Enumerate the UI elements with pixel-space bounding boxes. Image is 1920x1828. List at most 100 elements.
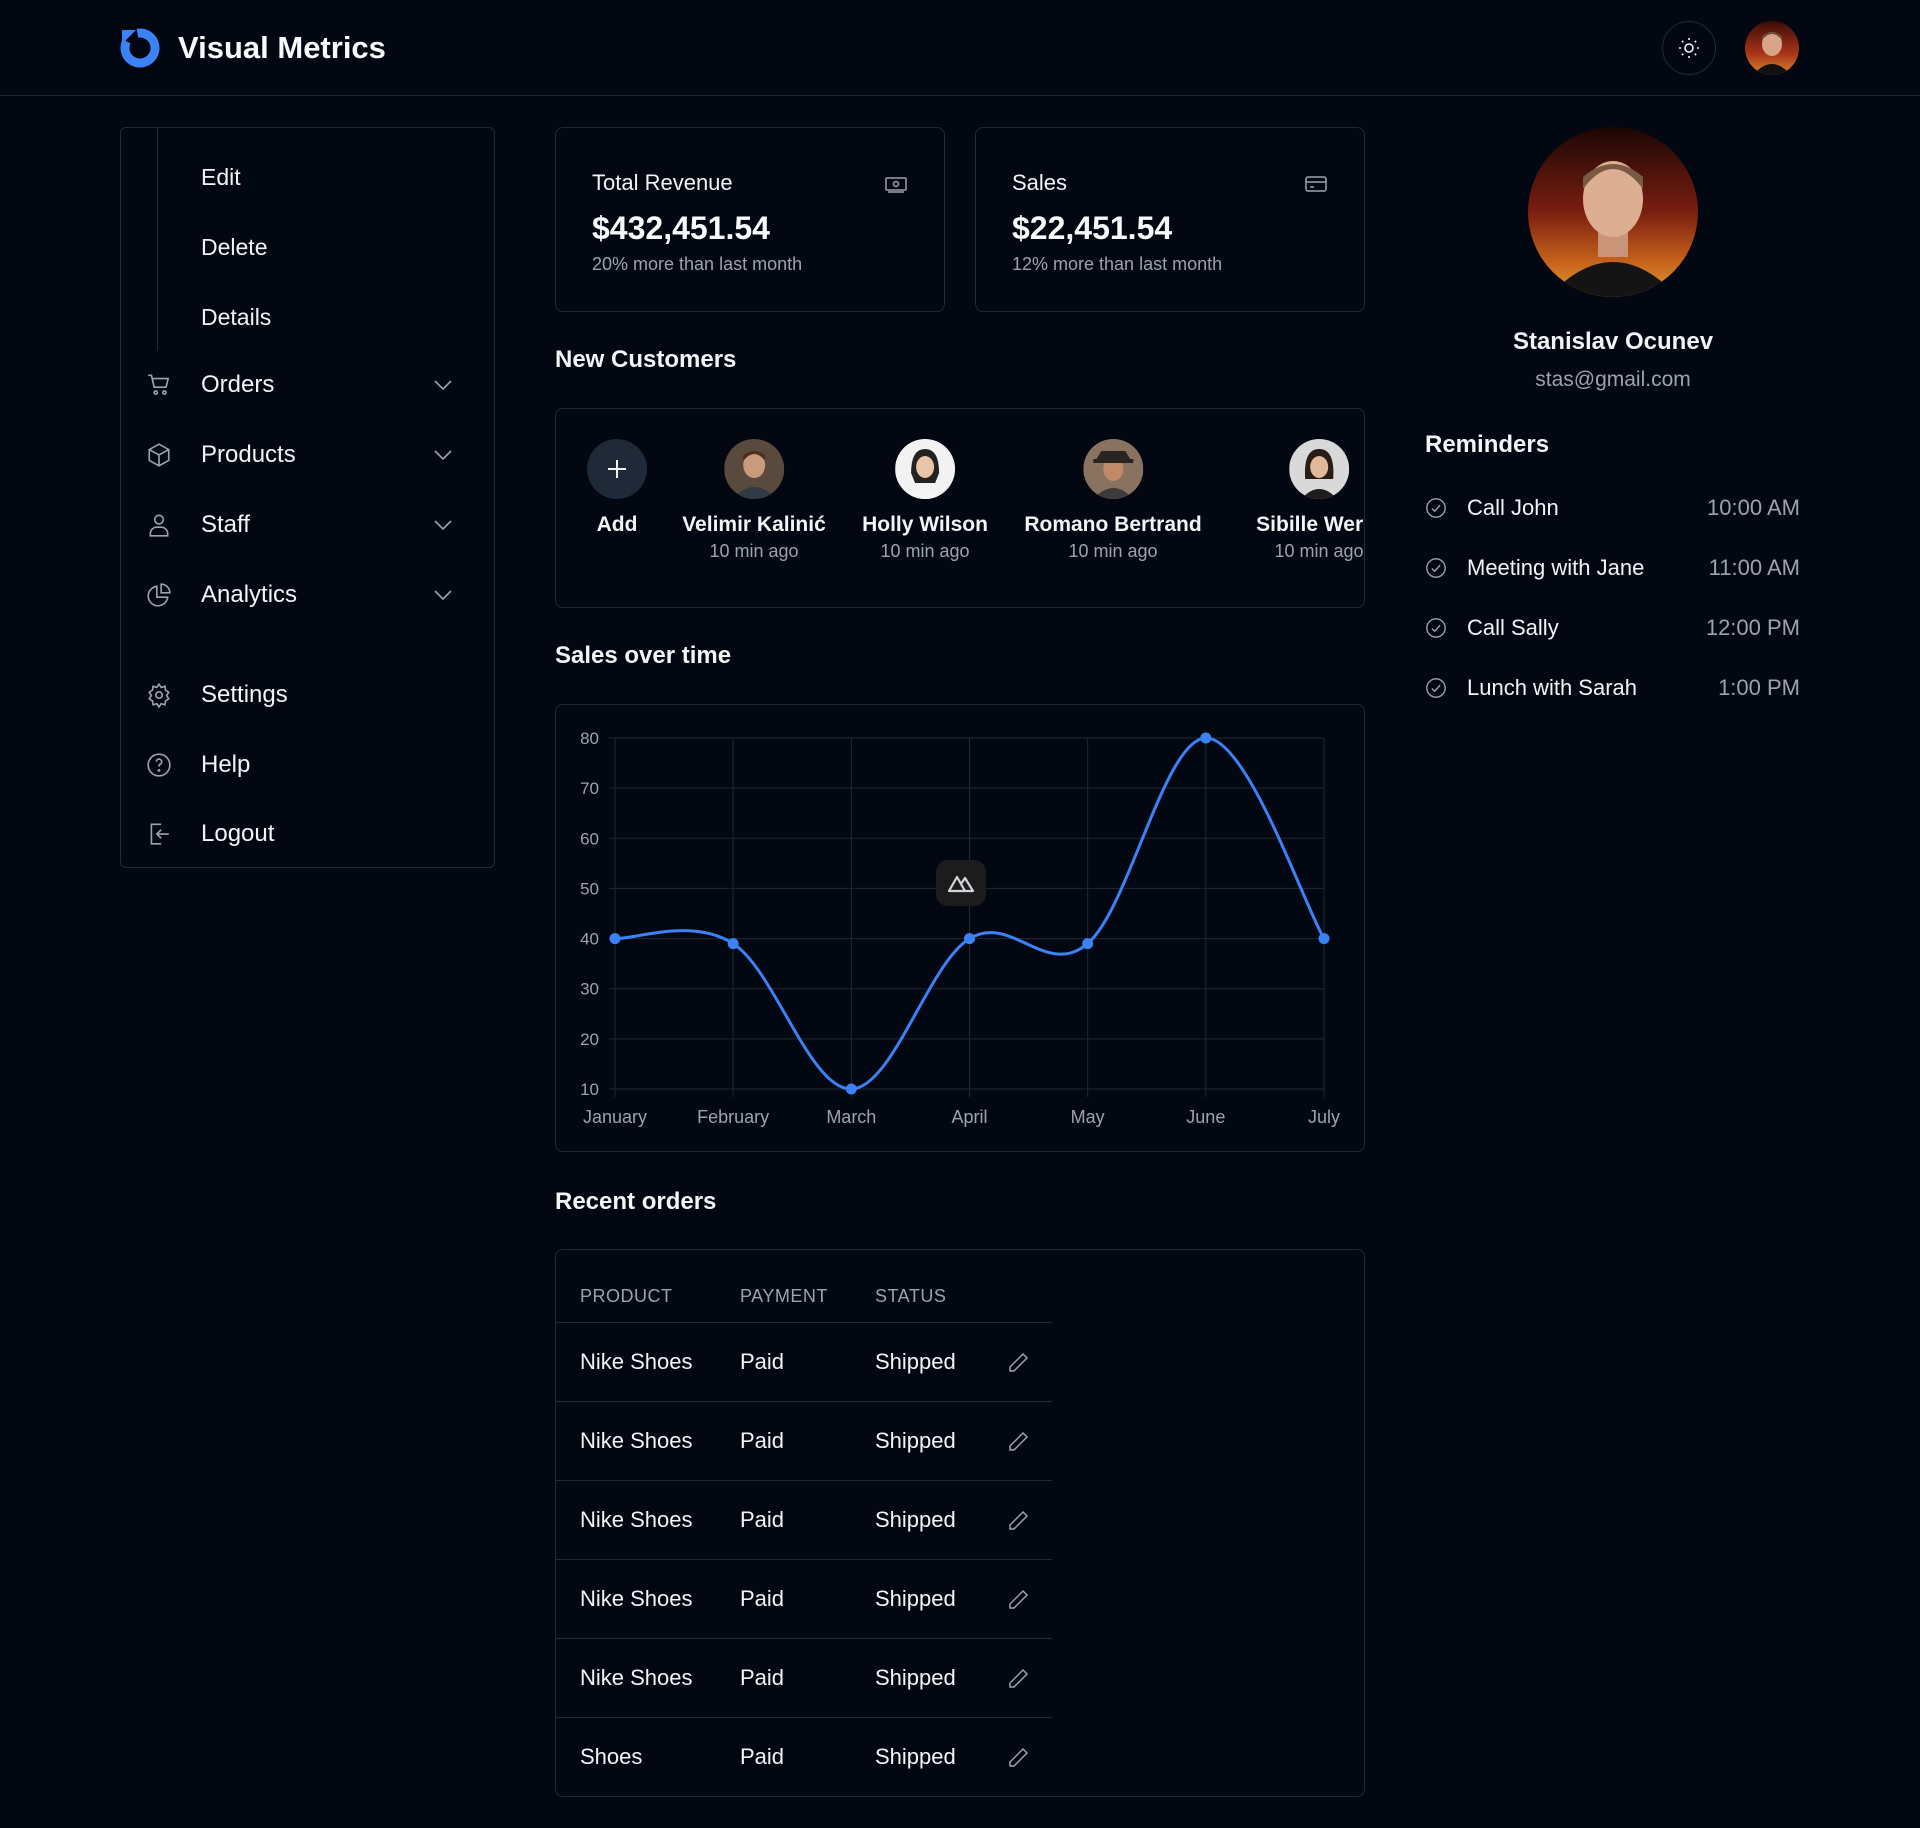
cell-product: Nike Shoes <box>580 1665 693 1690</box>
logo-icon <box>120 28 160 68</box>
sidebar-item-orders[interactable]: Orders <box>145 365 465 405</box>
reminder-time: 10:00 AM <box>1707 495 1800 520</box>
add-customer-button[interactable]: Add <box>587 439 647 537</box>
x-tick-label: May <box>1071 1107 1105 1127</box>
y-tick-label: 50 <box>580 879 599 898</box>
sidebar-item-label: Staff <box>201 511 250 538</box>
x-tick-label: June <box>1186 1107 1225 1127</box>
reminder-item[interactable]: Lunch with Sarah 1:00 PM <box>1425 672 1800 704</box>
orders-table: PRODUCT PAYMENT STATUS Nike Shoes Paid S… <box>555 1249 1365 1797</box>
table-row[interactable]: Nike Shoes Paid Shipped <box>556 1322 1052 1401</box>
sidebar-item-help[interactable]: Help <box>145 745 465 785</box>
cell-payment: Paid <box>740 1586 785 1611</box>
sales-line-chart: 10 20 30 40 50 60 70 80 January February March Apri… <box>580 729 1340 1127</box>
cell-status: Shipped <box>875 1586 956 1611</box>
app-title: Visual Metrics <box>178 30 386 65</box>
check-circle-icon <box>1426 618 1446 638</box>
sidebar-item-products[interactable]: Products <box>145 435 465 475</box>
sidebar-item-label: Orders <box>201 371 275 398</box>
pie-chart-icon <box>145 581 173 609</box>
y-tick-label: 10 <box>580 1080 599 1099</box>
reminder-time: 12:00 PM <box>1705 615 1800 640</box>
table-row[interactable]: Nike Shoes Paid Shipped <box>556 1401 1052 1480</box>
gear-icon <box>145 681 173 709</box>
reminder-item[interactable]: Call Sally 12:00 PM <box>1425 612 1800 644</box>
edit-icon[interactable] <box>1006 1746 1030 1770</box>
stat-change: 20% more than last month <box>592 254 803 274</box>
chevron-down-icon <box>434 450 452 461</box>
avatar <box>1082 439 1143 499</box>
reminder-time: 11:00 AM <box>1708 555 1800 580</box>
theme-toggle-button[interactable] <box>1662 21 1716 75</box>
cell-status: Shipped <box>875 1665 956 1690</box>
profile-photo <box>1528 127 1698 297</box>
submenu-item-delete[interactable]: Delete <box>201 234 267 261</box>
customer-item[interactable]: Holly Wilson 10 min ago <box>862 439 988 562</box>
edit-icon[interactable] <box>1006 1351 1030 1375</box>
sidebar: Edit Delete Details Orders Products Staf… <box>120 127 495 868</box>
cell-status: Shipped <box>875 1507 956 1532</box>
submenu-item-details[interactable]: Details <box>201 304 271 331</box>
customers-card: Add Velimir Kalinić 10 min ago Holly Wil… <box>555 408 1365 608</box>
y-tick-label: 30 <box>580 980 599 999</box>
data-point <box>964 933 975 945</box>
customer-name: Velimir Kalinić <box>682 513 826 536</box>
edit-icon[interactable] <box>1006 1430 1030 1454</box>
edit-icon[interactable] <box>1006 1667 1030 1691</box>
column-header-status: STATUS <box>875 1286 947 1306</box>
edit-icon[interactable] <box>1006 1588 1030 1612</box>
reminder-time: 1:00 PM <box>1718 675 1800 700</box>
cell-payment: Paid <box>740 1428 785 1453</box>
edit-icon[interactable] <box>1006 1509 1030 1533</box>
customer-item[interactable]: Romano Bertrand 10 min ago <box>1024 439 1202 562</box>
table-row[interactable]: Nike Shoes Paid Shipped <box>556 1559 1052 1638</box>
chevron-down-icon <box>434 520 452 531</box>
submenu-item-edit[interactable]: Edit <box>201 164 241 191</box>
stat-value: $22,451.54 <box>1012 210 1173 246</box>
reminder-item[interactable]: Meeting with Jane 11:00 AM <box>1425 552 1800 584</box>
table-row[interactable]: Shoes Paid Shipped <box>556 1717 1052 1796</box>
user-avatar-button[interactable] <box>1745 21 1799 75</box>
customer-item[interactable]: Velimir Kalinić 10 min ago <box>682 439 826 562</box>
table-row[interactable]: Nike Shoes Paid Shipped <box>556 1638 1052 1717</box>
sidebar-item-logout[interactable]: Logout <box>145 814 465 854</box>
customer-item[interactable]: Sibille Werni 10 min ago <box>1256 439 1364 562</box>
avatar <box>1528 127 1698 297</box>
sidebar-item-label: Logout <box>201 820 275 847</box>
avatar <box>1745 21 1799 75</box>
submenu-divider <box>157 128 158 350</box>
user-icon <box>145 511 173 539</box>
column-header-product: PRODUCT <box>580 1286 673 1306</box>
avatar <box>894 439 955 499</box>
sidebar-item-staff[interactable]: Staff <box>145 505 465 545</box>
column-header-payment: PAYMENT <box>740 1286 828 1306</box>
cell-product: Nike Shoes <box>580 1349 693 1374</box>
x-tick-label: March <box>826 1107 876 1127</box>
reminder-text: Call John <box>1467 495 1559 520</box>
stat-value: $432,451.54 <box>592 210 770 246</box>
cell-status: Shipped <box>875 1349 956 1374</box>
data-point <box>727 938 739 950</box>
brand[interactable]: Visual Metrics <box>118 26 386 70</box>
cell-status: Shipped <box>875 1428 956 1453</box>
data-point <box>845 1083 857 1095</box>
logout-icon <box>145 820 173 848</box>
top-bar: Visual Metrics <box>0 0 1920 96</box>
check-circle-icon <box>1426 558 1446 578</box>
cell-product: Nike Shoes <box>580 1428 693 1453</box>
table-row[interactable]: Nike Shoes Paid Shipped <box>556 1480 1052 1559</box>
customer-name: Holly Wilson <box>862 513 988 536</box>
sales-chart-card: 10 20 30 40 50 60 70 80 January February March Apri… <box>555 704 1365 1152</box>
customer-name: Sibille Werni <box>1256 513 1364 536</box>
check-circle-icon <box>1426 678 1446 698</box>
nuxt-badge[interactable] <box>936 860 986 906</box>
cell-product: Shoes <box>580 1744 643 1769</box>
check-circle-icon <box>1426 498 1446 518</box>
sidebar-item-analytics[interactable]: Analytics <box>145 575 465 615</box>
sidebar-item-label: Analytics <box>201 581 298 608</box>
x-tick-label: February <box>697 1107 769 1127</box>
sidebar-item-label: Help <box>201 751 251 778</box>
section-title-chart: Sales over time <box>555 642 732 669</box>
reminder-item[interactable]: Call John 10:00 AM <box>1425 492 1800 524</box>
sidebar-item-settings[interactable]: Settings <box>145 675 465 715</box>
